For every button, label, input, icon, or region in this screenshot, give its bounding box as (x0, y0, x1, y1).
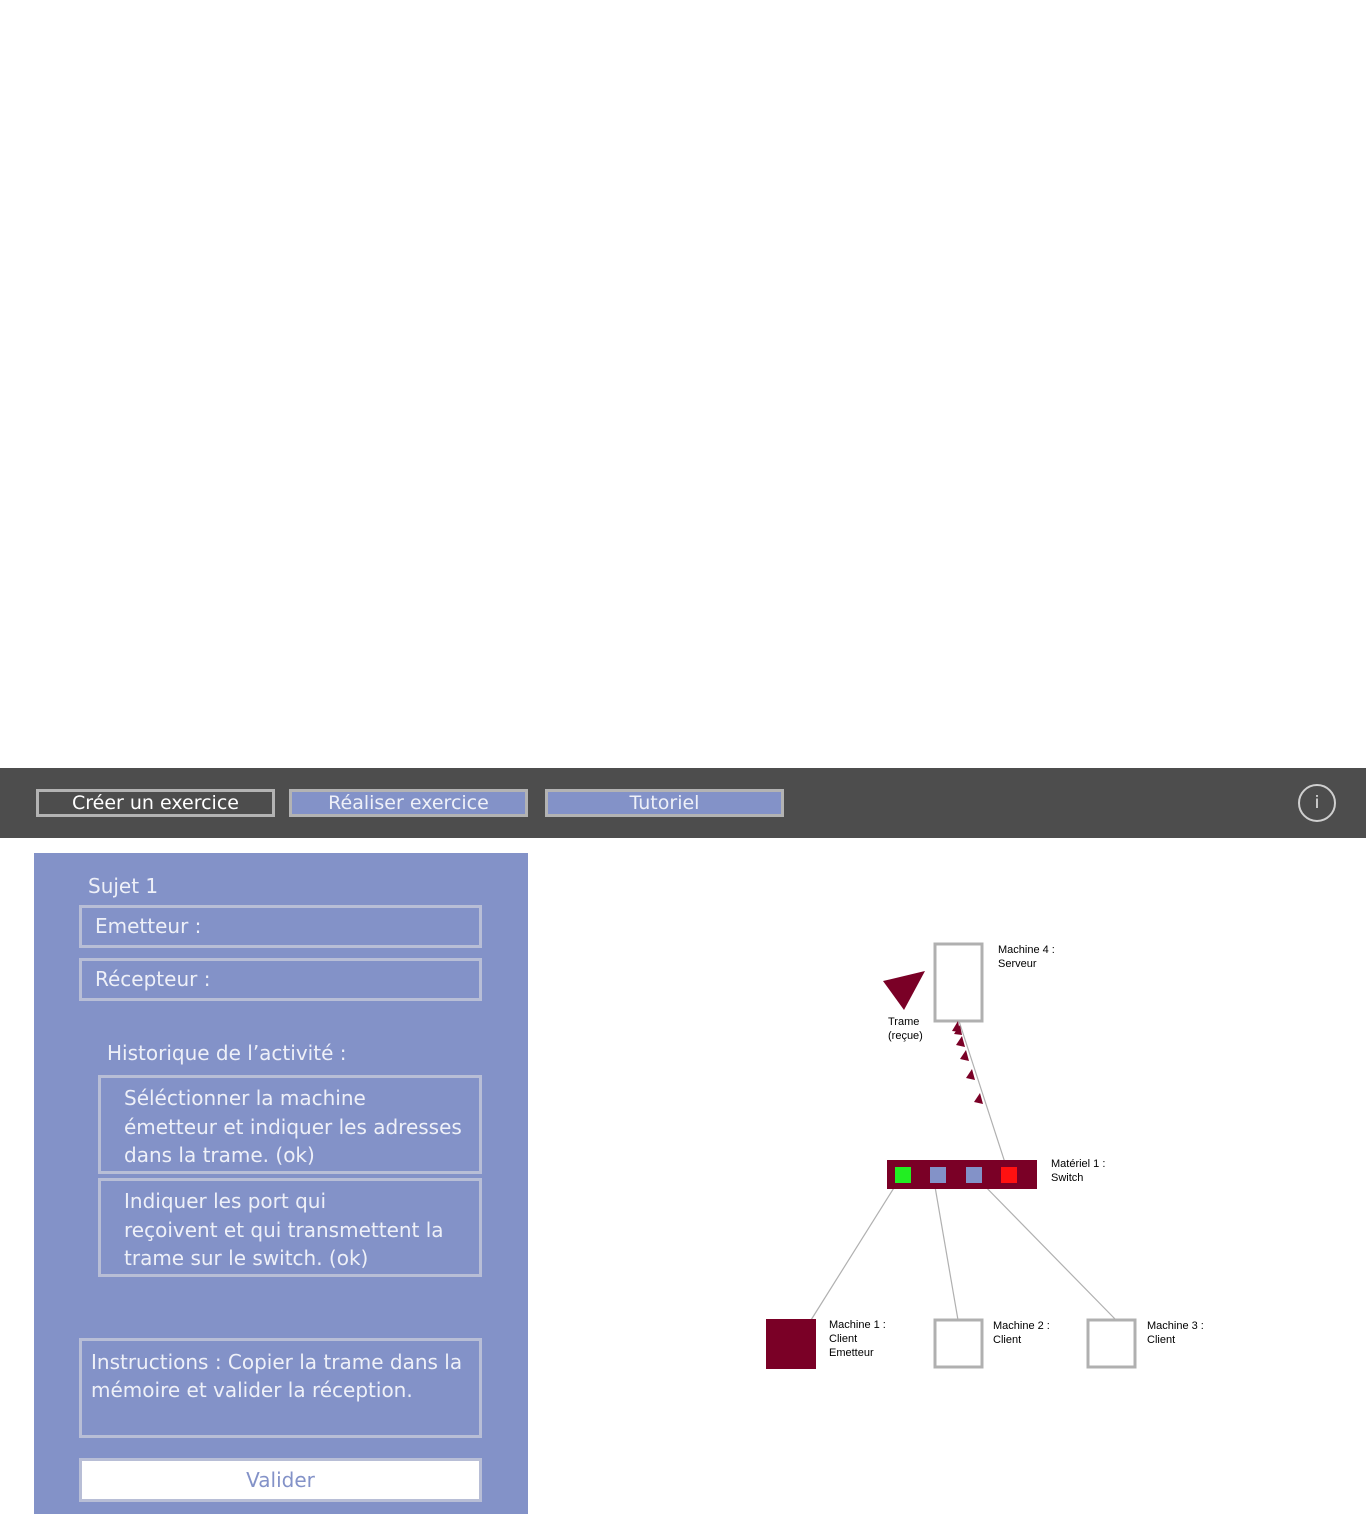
switch-port-3[interactable] (966, 1167, 982, 1183)
switch-port-2[interactable] (930, 1167, 946, 1183)
trail-arrow-icon (960, 1050, 969, 1061)
machine2-role: Client (993, 1334, 1021, 1346)
machine4-label: Machine 4 : (998, 944, 1055, 956)
frame-label: Trame (888, 1016, 919, 1028)
frame-icon[interactable] (883, 971, 925, 1010)
machine3-node[interactable] (1086, 1318, 1137, 1369)
switch-port-1[interactable] (895, 1167, 911, 1183)
network-diagram: Machine 4 : Serveur Trame (reçue) Matéri… (766, 942, 1204, 1369)
machine4-role: Serveur (998, 958, 1037, 970)
switch-label: Matériel 1 : (1051, 1158, 1105, 1170)
machine1-role: Client (829, 1333, 857, 1345)
link-machine3 (973, 1174, 1117, 1321)
trail-arrow-icon (974, 1093, 983, 1104)
machine1-label: Machine 1 : (829, 1319, 886, 1331)
trail-arrow-icon (966, 1069, 975, 1080)
machine3-role: Client (1147, 1334, 1175, 1346)
machine1-node[interactable] (766, 1319, 816, 1369)
link-server-switch (958, 1020, 1010, 1176)
switch-port-4[interactable] (1001, 1167, 1017, 1183)
link-machine1 (810, 1174, 903, 1321)
trail-arrow-icon (956, 1036, 965, 1047)
frame-status: (reçue) (888, 1030, 923, 1042)
machine3-label: Machine 3 : (1147, 1320, 1204, 1332)
machine1-status: Emetteur (829, 1347, 874, 1359)
machine4-node[interactable] (933, 942, 984, 1023)
machine2-label: Machine 2 : (993, 1320, 1050, 1332)
link-machine2 (932, 1174, 959, 1321)
switch-type: Switch (1051, 1172, 1083, 1184)
machine2-node[interactable] (933, 1318, 984, 1369)
